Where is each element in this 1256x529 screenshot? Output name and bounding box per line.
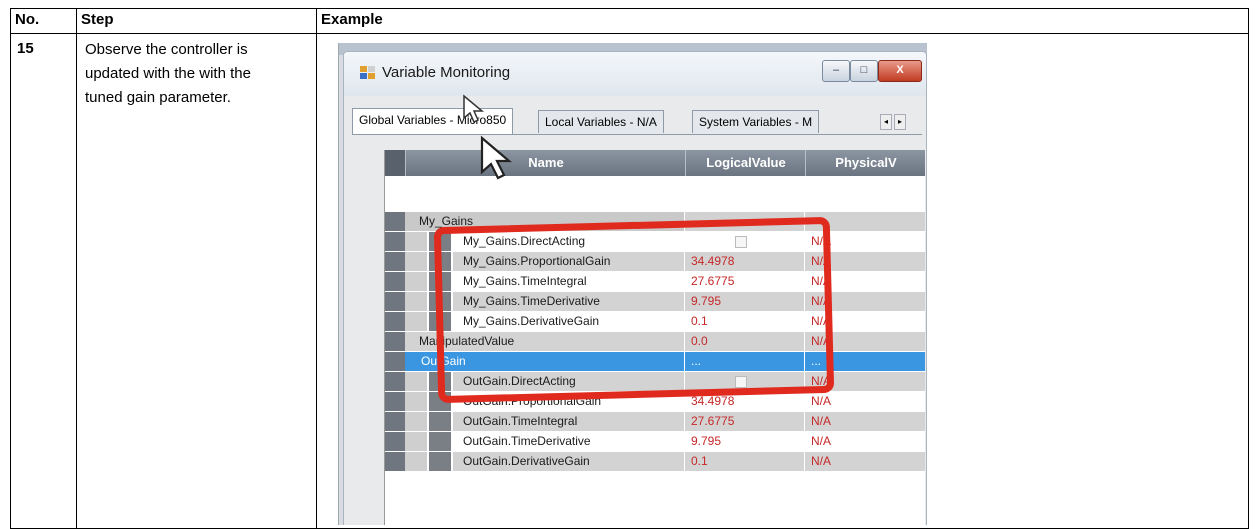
tree-indent <box>405 392 427 411</box>
step-description: Observe the controller is updated with t… <box>76 33 317 529</box>
table-row[interactable]: OutGain.TimeDerivative 9.795 N/A <box>385 432 925 452</box>
table-row[interactable]: OutGain.DerivativeGain 0.1 N/A <box>385 452 925 472</box>
cell-physical-value: N/A <box>805 432 925 451</box>
row-selector[interactable] <box>385 212 406 231</box>
column-logical-value[interactable]: LogicalValue <box>685 150 806 176</box>
tree-indent <box>405 412 427 431</box>
column-physical-value[interactable]: PhysicalV <box>805 150 925 176</box>
tree-indent <box>405 232 427 251</box>
cursor-icon <box>463 94 485 124</box>
app-icon <box>360 66 376 80</box>
row-selector[interactable] <box>385 232 406 251</box>
row-selector[interactable] <box>385 412 406 431</box>
tree-indent <box>405 252 427 271</box>
row-selector[interactable] <box>385 252 406 271</box>
row-selector[interactable] <box>385 332 406 351</box>
header-example: Example <box>316 8 1249 34</box>
tab-global-variables[interactable]: Global Variables - Micro850 <box>352 108 514 134</box>
cell-name: OutGain.TimeDerivative <box>453 432 685 451</box>
tab-bar: Global Variables - Micro850 Local Variab… <box>352 108 922 135</box>
row-selector[interactable] <box>385 312 406 331</box>
header-no: No. <box>10 8 77 34</box>
tab-scroll-left-icon[interactable]: ◂ <box>880 114 892 130</box>
tree-indent <box>405 272 427 291</box>
tab-scroll-right-icon[interactable]: ▸ <box>894 114 906 130</box>
maximize-button[interactable]: □ <box>850 60 878 82</box>
red-highlight-box <box>433 216 835 404</box>
cell-physical-value: N/A <box>805 412 925 431</box>
step-line: Observe the controller is <box>85 41 248 58</box>
row-selector[interactable] <box>385 432 406 451</box>
tree-indent <box>405 372 427 391</box>
minimize-button[interactable]: – <box>822 60 850 82</box>
tree-indent <box>405 452 427 471</box>
table-row[interactable]: OutGain.TimeIntegral 27.6775 N/A <box>385 412 925 432</box>
step-line: updated with the with the <box>85 65 251 82</box>
row-selector[interactable] <box>385 372 406 391</box>
tab-local-variables[interactable]: Local Variables - N/A <box>538 110 664 133</box>
tree-indent <box>405 292 427 311</box>
cell-logical-value[interactable]: 27.6775 <box>685 412 805 431</box>
example-screenshot: Variable Monitoring – □ X Global Variabl… <box>338 43 927 525</box>
cell-name: OutGain.DerivativeGain <box>453 452 685 471</box>
cell-logical-value[interactable]: 0.1 <box>685 452 805 471</box>
cell-physical-value: N/A <box>805 452 925 471</box>
row-selector[interactable] <box>385 392 406 411</box>
step-line: tuned gain parameter. <box>85 89 231 106</box>
tree-indent <box>429 432 451 451</box>
row-selector[interactable] <box>385 292 406 311</box>
cell-logical-value[interactable]: 9.795 <box>685 432 805 451</box>
cell-name: OutGain.TimeIntegral <box>453 412 685 431</box>
header-row-selector <box>385 150 406 176</box>
column-name[interactable]: Name <box>405 150 686 176</box>
row-selector[interactable] <box>385 352 406 371</box>
variable-monitoring-window: Variable Monitoring – □ X Global Variabl… <box>343 51 927 525</box>
tree-indent <box>429 412 451 431</box>
title-bar[interactable]: Variable Monitoring – □ X <box>344 52 926 96</box>
row-selector[interactable] <box>385 272 406 291</box>
tree-indent <box>429 452 451 471</box>
large-cursor-icon <box>480 135 512 180</box>
close-button[interactable]: X <box>878 60 922 82</box>
window-title: Variable Monitoring <box>382 64 511 81</box>
row-selector[interactable] <box>385 452 406 471</box>
step-number: 15 <box>10 33 77 529</box>
grid-header: Name LogicalValue PhysicalV <box>385 150 925 176</box>
tree-indent <box>405 432 427 451</box>
tree-indent <box>405 312 427 331</box>
cell-physical-value: N/A <box>805 392 925 411</box>
tab-system-variables[interactable]: System Variables - M <box>692 110 820 133</box>
header-step: Step <box>76 8 317 34</box>
